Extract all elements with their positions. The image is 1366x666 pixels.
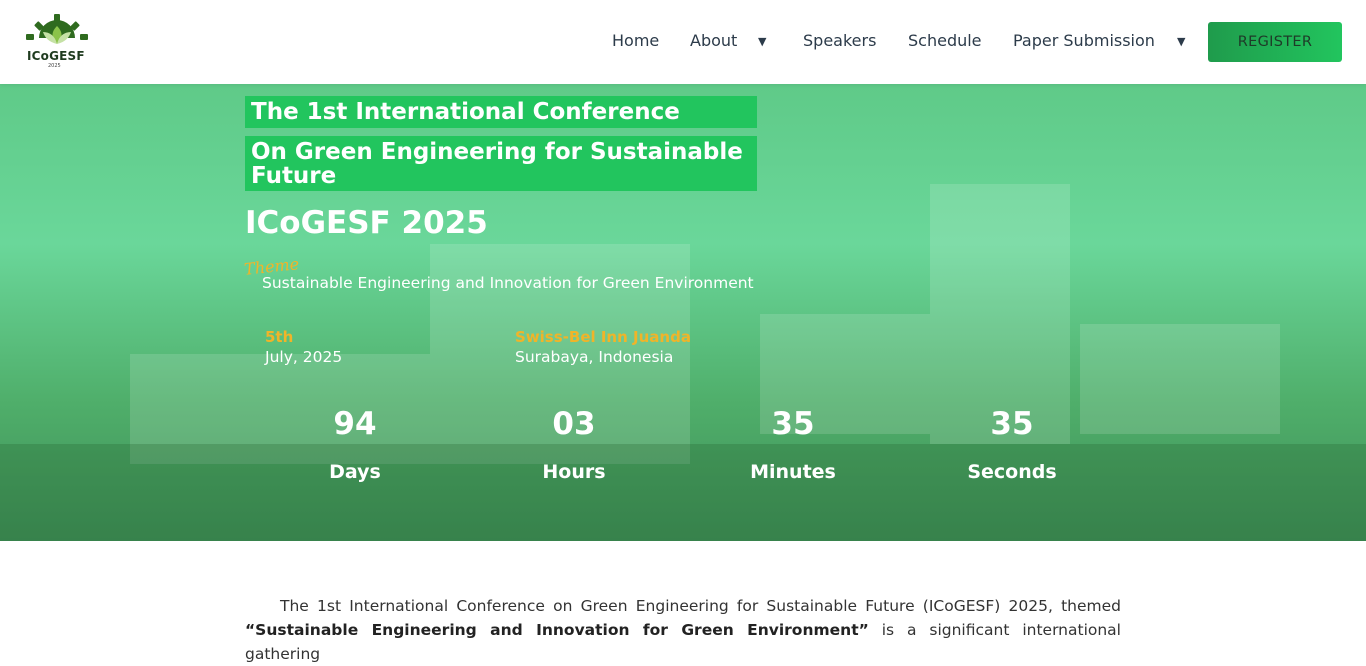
intro-text-start: The 1st International Conference on Gree…	[280, 597, 1121, 615]
bg-building	[930, 184, 1070, 444]
conference-title-line2: On Green Engineering for Sustainable Fut…	[245, 136, 757, 191]
countdown-hours-label: Hours	[542, 461, 606, 483]
countdown-seconds-label: Seconds	[967, 461, 1057, 483]
register-button[interactable]: REGISTER	[1208, 22, 1342, 62]
hero-banner: The 1st International Conference On Gree…	[0, 84, 1366, 541]
site-header: ICoGESF 2025 Home About ▼ Speakers Sched…	[0, 0, 1366, 84]
bg-building	[1080, 324, 1280, 434]
logo-year: 2025	[48, 63, 61, 69]
nav-home[interactable]: Home	[612, 31, 659, 50]
intro-theme-bold: “Sustainable Engineering and Innovation …	[245, 621, 869, 639]
intro-paragraph: The 1st International Conference on Gree…	[245, 594, 1121, 666]
date-label: 5th	[265, 328, 294, 346]
countdown-minutes-value: 35	[771, 406, 815, 442]
countdown-seconds-value: 35	[990, 406, 1034, 442]
conference-title-line1: The 1st International Conference	[245, 96, 757, 128]
theme-text: Sustainable Engineering and Innovation f…	[262, 274, 754, 292]
venue-value: Surabaya, Indonesia	[515, 348, 674, 366]
about-dropdown-icon[interactable]: ▼	[758, 35, 766, 48]
bg-trees	[0, 444, 1366, 541]
logo-text[interactable]: ICoGESF	[27, 49, 85, 63]
paper-submission-dropdown-icon[interactable]: ▼	[1177, 35, 1185, 48]
nav-schedule[interactable]: Schedule	[908, 31, 982, 50]
nav-speakers[interactable]: Speakers	[803, 31, 876, 50]
nav-about[interactable]: About	[690, 31, 737, 50]
countdown-hours-value: 03	[552, 406, 596, 442]
countdown-days-label: Days	[329, 461, 381, 483]
date-value: July, 2025	[265, 348, 343, 366]
conference-acronym: ICoGESF 2025	[245, 205, 488, 241]
nav-paper-submission[interactable]: Paper Submission	[1013, 31, 1155, 50]
countdown-days-value: 94	[333, 406, 377, 442]
venue-label: Swiss-Bel Inn Juanda	[515, 328, 691, 346]
countdown-minutes-label: Minutes	[750, 461, 836, 483]
